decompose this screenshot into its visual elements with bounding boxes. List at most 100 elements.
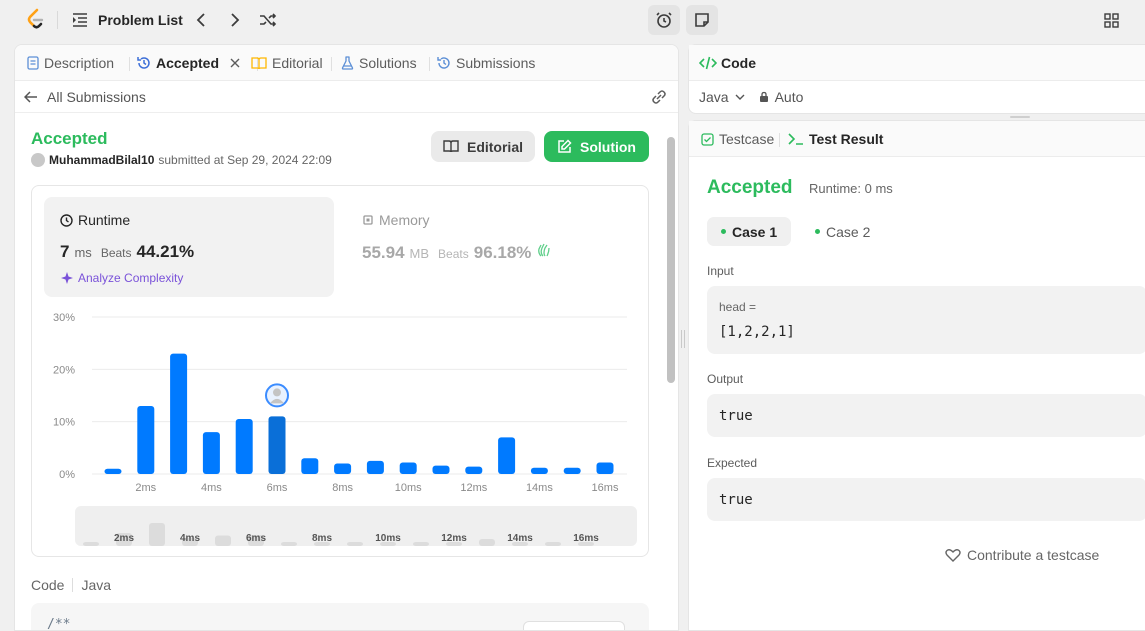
tab-description[interactable]: Description [27, 55, 114, 71]
close-icon[interactable] [230, 58, 240, 68]
input-value: [1,2,2,1] [719, 324, 795, 340]
problem-list-link[interactable]: Problem List [98, 12, 183, 28]
book-icon [443, 140, 459, 153]
memory-value-row: 55.94 MB Beats 96.18% [362, 242, 552, 263]
y-tick-label: 10% [53, 417, 75, 429]
contribute-testcase-link[interactable]: Contribute a testcase [945, 547, 1099, 563]
sparkle-icon [61, 272, 73, 284]
minimap-label: 8ms [312, 533, 332, 544]
chart-bar [530, 467, 548, 474]
minimap-bar [413, 542, 429, 546]
scrollbar[interactable] [667, 137, 675, 383]
chart-bar [235, 419, 253, 474]
checkbox-icon [701, 132, 714, 146]
username-link[interactable]: MuhammadBilal10 [49, 153, 154, 167]
tab-submissions[interactable]: Submissions [437, 55, 535, 71]
editorial-button-label: Editorial [466, 138, 523, 155]
tab-editorial-label: Editorial [272, 55, 323, 71]
tab-test-result-label: Test Result [809, 131, 884, 147]
arrow-left-icon[interactable] [24, 91, 38, 103]
pass-dot [721, 229, 726, 234]
panel-resize-handle[interactable] [681, 330, 685, 348]
chart-bar [596, 462, 614, 474]
x-tick-label: 2ms [135, 482, 156, 494]
analyze-complexity-link[interactable]: Analyze Complexity [60, 271, 183, 285]
x-tick-label: 16ms [592, 482, 619, 494]
layout-grid-icon[interactable] [1104, 13, 1119, 28]
chart-minimap[interactable]: 2ms 4ms 6ms 8ms 10ms 12ms 14ms 16ms [75, 506, 637, 546]
minimap-label: 14ms [507, 533, 533, 544]
all-submissions-link[interactable]: All Submissions [47, 89, 146, 105]
minimap-label: 10ms [375, 533, 401, 544]
memory-header[interactable]: Memory [362, 212, 430, 228]
x-tick-label: 10ms [395, 482, 422, 494]
x-tick-label: 12ms [460, 482, 487, 494]
chart-bar [563, 467, 581, 474]
tab-solutions[interactable]: Solutions [341, 55, 417, 71]
shuffle-icon[interactable] [259, 12, 277, 28]
result-status: Accepted [707, 177, 793, 198]
memory-unit: MB [409, 246, 430, 261]
tab-editorial[interactable]: Editorial [251, 55, 323, 71]
result-runtime: Runtime: 0 ms [809, 181, 893, 196]
expected-label: Expected [707, 456, 758, 470]
clock-icon [60, 213, 73, 227]
y-tick-label: 20% [53, 364, 75, 376]
document-icon [27, 56, 39, 70]
avatar-head [273, 388, 281, 397]
clap-icon [538, 243, 551, 257]
tab-test-result[interactable]: Test Result [788, 131, 883, 147]
input-box: head = [1,2,2,1] [707, 286, 1145, 354]
avatar[interactable] [31, 153, 45, 167]
leetcode-logo-icon[interactable] [26, 8, 46, 32]
submitted-at: submitted at Sep 29, 2024 22:09 [158, 153, 332, 167]
timer-button[interactable] [648, 5, 680, 35]
divider [331, 57, 332, 71]
memory-label: Memory [379, 212, 430, 228]
solution-button[interactable]: Solution [544, 131, 649, 162]
auto-mode[interactable]: Auto [759, 89, 803, 105]
solution-button-label: Solution [580, 138, 636, 155]
tab-testcase[interactable]: Testcase [701, 131, 774, 147]
output-box: true [707, 394, 1145, 437]
minimap-bar [215, 535, 231, 546]
panel-resize-handle[interactable] [1010, 116, 1030, 118]
editorial-button[interactable]: Editorial [431, 131, 535, 162]
tab-description-label: Description [44, 55, 115, 71]
problem-list-icon[interactable] [72, 13, 88, 27]
chart-bar [334, 463, 352, 474]
code-actions[interactable] [523, 621, 625, 630]
chevron-left-icon[interactable] [196, 12, 206, 28]
chevron-right-icon[interactable] [230, 12, 240, 28]
top-navbar: Problem List [0, 0, 1145, 40]
minimap-svg: 2ms 4ms 6ms 8ms 10ms 12ms 14ms 16ms [83, 523, 599, 546]
runtime-unit: ms [74, 245, 92, 260]
minimap-bar [545, 542, 561, 546]
tab-accepted[interactable]: Accepted [137, 55, 240, 71]
language-label: Java [699, 89, 729, 105]
left-tab-bar: Description Accepted Editorial Solutions… [15, 45, 678, 81]
case-1-tab[interactable]: Case 1 [707, 217, 792, 246]
submitter-info: MuhammadBilal10 submitted at Sep 29, 202… [31, 153, 332, 167]
code-section-label: Code [31, 577, 65, 593]
chart-bar [399, 462, 417, 474]
link-icon[interactable] [650, 89, 668, 105]
submitted-code-box[interactable]: /** [31, 603, 649, 630]
notes-button[interactable] [686, 5, 718, 35]
language-select[interactable]: Java [699, 89, 745, 105]
x-tick-label: 14ms [526, 482, 553, 494]
case-2-tab[interactable]: Case 2 [801, 217, 884, 246]
input-label: Input [707, 264, 734, 278]
tab-code[interactable]: Code [699, 55, 756, 71]
terminal-icon [788, 133, 803, 145]
beats-label: Beats [100, 246, 132, 260]
minimap-label: 2ms [114, 533, 134, 544]
tab-testcase-label: Testcase [719, 131, 775, 147]
minimap-bar [83, 542, 99, 546]
runtime-value-row: 7 ms Beats 44.21% [60, 242, 194, 262]
divider [72, 578, 74, 592]
runtime-box[interactable]: Runtime 7 ms Beats 44.21% Analyze Comple… [44, 197, 334, 297]
minimap-label: 6ms [246, 533, 266, 544]
beats-label: Beats [438, 247, 469, 261]
chart-bar [498, 437, 516, 474]
